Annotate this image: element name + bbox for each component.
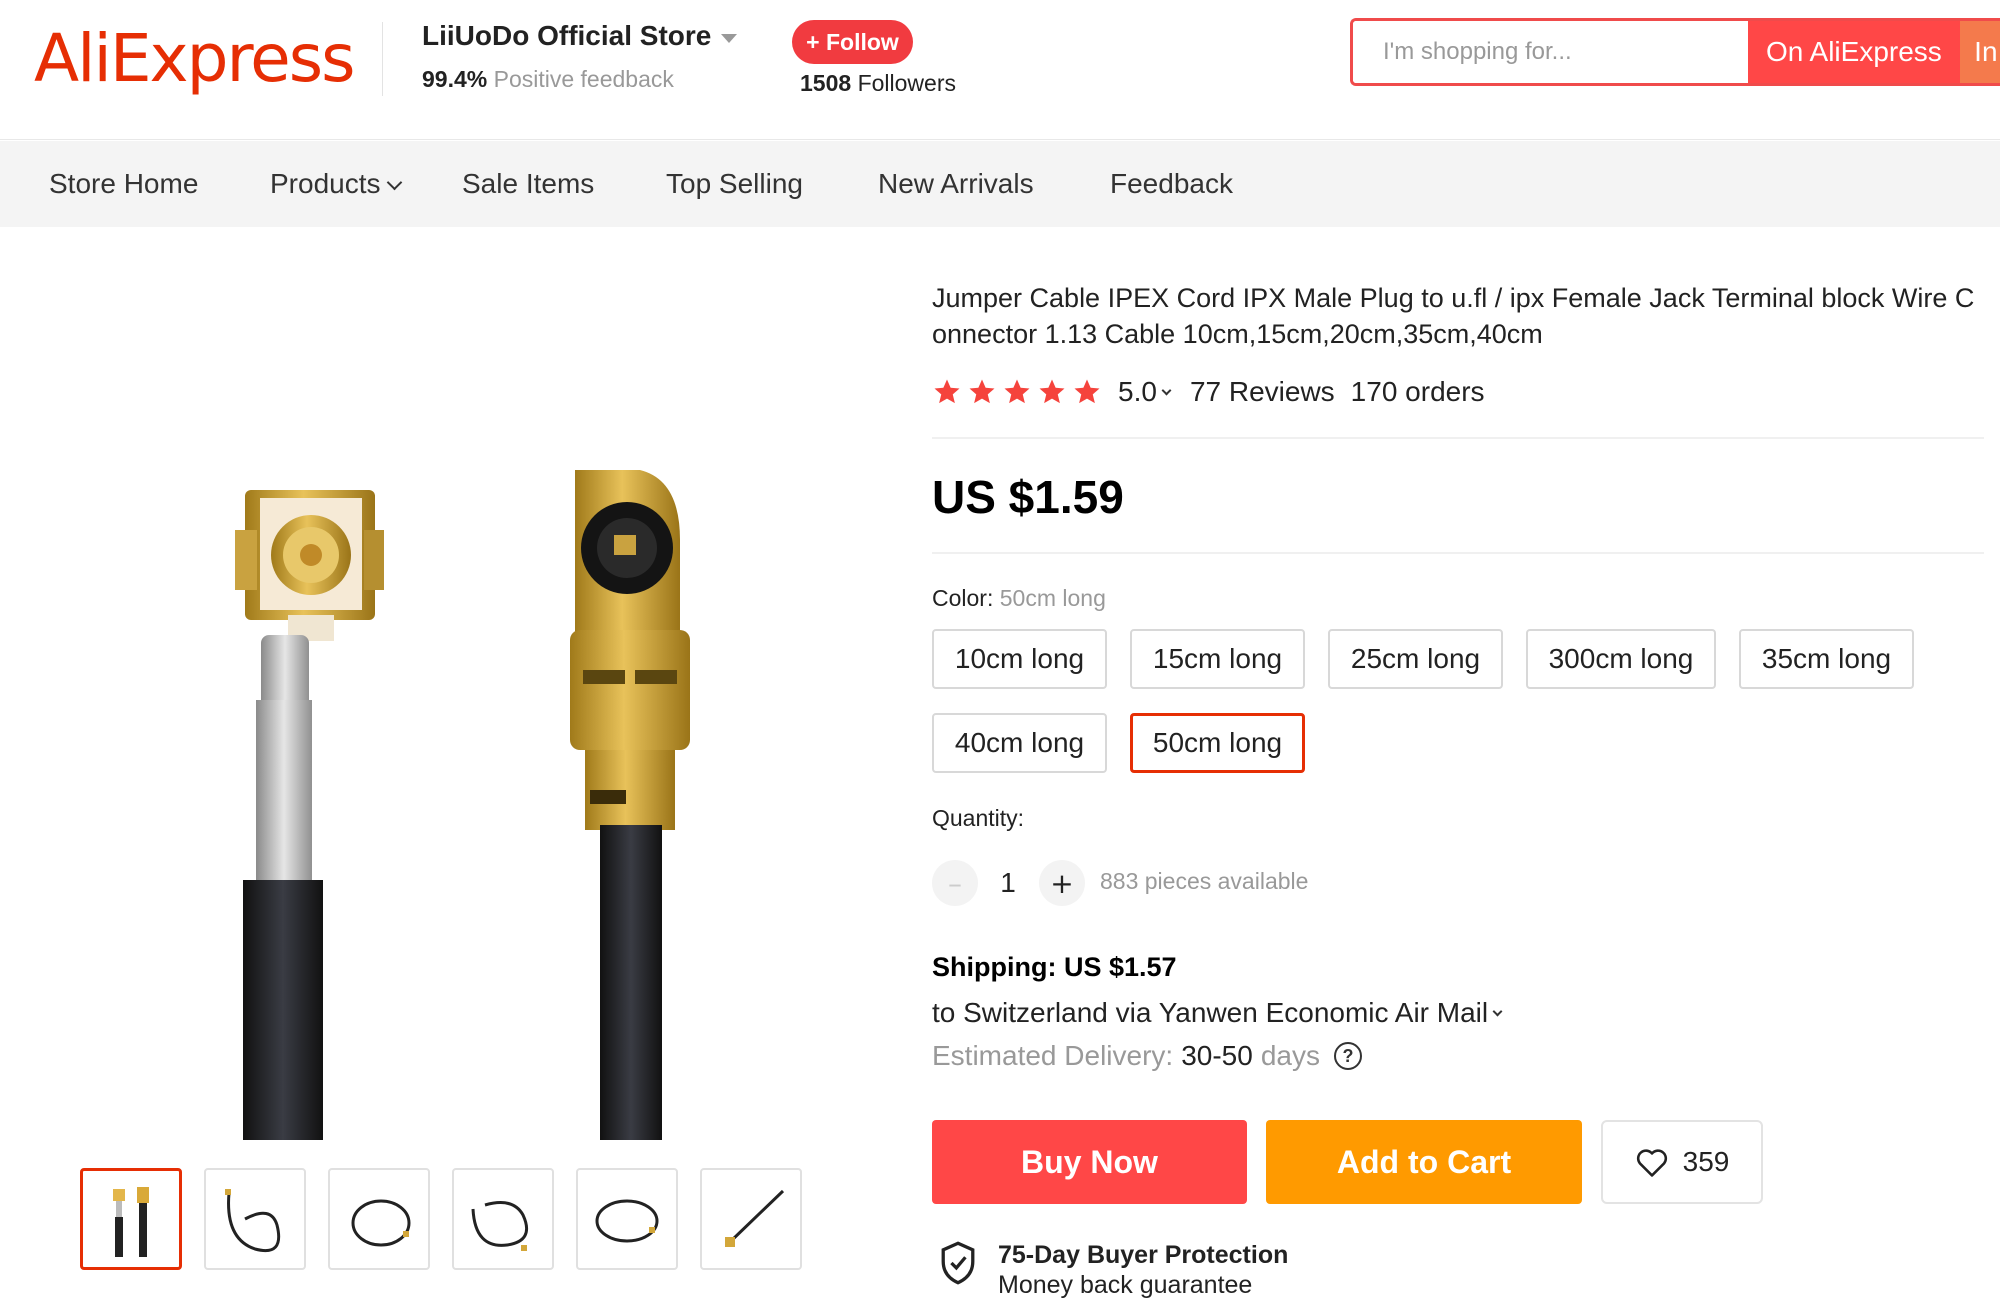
feedback-label: Positive feedback	[493, 66, 674, 92]
nav-feedback[interactable]: Feedback	[1110, 141, 1233, 227]
product-main-image[interactable]	[80, 230, 850, 1140]
quantity-increase-button[interactable]: +	[1039, 860, 1085, 906]
option-25cm[interactable]: 25cm long	[1328, 629, 1503, 689]
color-selected-value: 50cm long	[999, 585, 1106, 611]
nav-store-home[interactable]: Store Home	[49, 141, 198, 227]
estimated-delivery: Estimated Delivery: 30-50 days ?	[932, 1040, 1362, 1072]
followers-number: 1508	[800, 70, 852, 96]
buyer-protection: 75-Day Buyer Protection Money back guara…	[938, 1240, 1288, 1300]
color-label-text: Color:	[932, 585, 994, 611]
star-icon	[1004, 379, 1030, 404]
quantity-decrease-button[interactable]: –	[932, 860, 978, 906]
quantity-label: Quantity:	[932, 805, 1025, 831]
divider	[932, 552, 1984, 554]
option-10cm[interactable]: 10cm long	[932, 629, 1107, 689]
search-bar: On AliExpress In this store	[1350, 18, 2000, 86]
feedback-percent: 99.4%	[422, 66, 488, 92]
thumbnail-3[interactable]	[328, 1168, 430, 1270]
caret-down-icon[interactable]	[721, 33, 738, 43]
search-in-store-button[interactable]: In this store	[1960, 21, 2000, 83]
header-divider	[382, 22, 383, 96]
store-feedback: 99.4% Positive feedback	[422, 66, 674, 93]
rating-value[interactable]: 5.0	[1118, 376, 1157, 408]
nav-sale-items[interactable]: Sale Items	[462, 141, 594, 227]
delivery-value: 30-50	[1181, 1040, 1253, 1071]
thumbnail-image	[113, 1187, 149, 1257]
star-icon	[1074, 379, 1100, 404]
thumbnail-1[interactable]	[80, 1168, 182, 1270]
nav-new-arrivals[interactable]: New Arrivals	[878, 141, 1034, 227]
heart-icon[interactable]	[1635, 1146, 1669, 1178]
followers-label: Followers	[857, 70, 956, 96]
option-35cm[interactable]: 35cm long	[1739, 629, 1914, 689]
option-50cm[interactable]: 50cm long	[1130, 713, 1305, 773]
star-icon	[1039, 379, 1065, 404]
help-icon[interactable]: ?	[1333, 1042, 1362, 1070]
delivery-unit: days	[1260, 1040, 1320, 1071]
product-price: US $1.59	[932, 471, 1124, 523]
store-name-text[interactable]: LiiUoDo Official Store	[422, 20, 711, 52]
nav-products-label[interactable]: Products	[270, 141, 381, 227]
thumbnail-image	[225, 1189, 281, 1252]
option-40cm[interactable]: 40cm long	[932, 713, 1107, 773]
star-icon	[934, 379, 960, 404]
star-icon	[969, 379, 995, 404]
divider	[932, 437, 1984, 439]
store-header: AliExpress LiiUoDo Official Store 99.4% …	[0, 0, 2000, 140]
followers-count: 1508 Followers	[800, 70, 956, 97]
chevron-down-icon[interactable]	[386, 174, 402, 190]
aliexpress-logo[interactable]: AliExpress	[34, 14, 356, 104]
protection-title: 75-Day Buyer Protection	[998, 1241, 1289, 1269]
thumbnail-image	[725, 1189, 785, 1247]
store-name[interactable]: LiiUoDo Official Store	[422, 20, 738, 52]
color-label: Color: 50cm long	[932, 585, 1106, 612]
product-title: Jumper Cable IPEX Cord IPX Male Plug to …	[932, 283, 1975, 349]
follow-button[interactable]: + Follow	[792, 20, 913, 64]
shield-check-icon	[941, 1241, 975, 1285]
reviews-link[interactable]: 77 Reviews	[1190, 376, 1335, 408]
thumbnail-5[interactable]	[576, 1168, 678, 1270]
wishlist-count[interactable]: 359	[1683, 1146, 1730, 1178]
thumbnail-image	[471, 1201, 528, 1251]
buyer-protection-text: 75-Day Buyer Protection Money back guara…	[998, 1240, 1288, 1300]
option-15cm[interactable]: 15cm long	[1130, 629, 1305, 689]
thumbnail-4[interactable]	[452, 1168, 554, 1270]
rating-row: 5.0 77 Reviews 170 orders	[932, 372, 1485, 412]
thumbnail-strip	[80, 1168, 802, 1270]
delivery-label: Estimated Delivery:	[932, 1040, 1174, 1071]
chevron-down-icon[interactable]	[1492, 1006, 1503, 1016]
protection-subtitle: Money back guarantee	[998, 1271, 1253, 1299]
shipping-cost: Shipping: US $1.57	[932, 952, 1177, 982]
available-count: 883 pieces available	[1100, 868, 1309, 894]
nav-top-selling[interactable]: Top Selling	[666, 141, 803, 227]
thumbnail-6[interactable]	[700, 1168, 802, 1270]
search-input[interactable]	[1353, 21, 1748, 83]
thumbnail-image	[351, 1199, 411, 1247]
product-photo	[235, 470, 690, 1140]
option-300cm[interactable]: 300cm long	[1526, 629, 1716, 689]
nav-products[interactable]: Products	[270, 141, 402, 227]
add-to-cart-button[interactable]: Add to Cart	[1266, 1120, 1582, 1204]
thumbnail-2[interactable]	[204, 1168, 306, 1270]
shipping-destination[interactable]: to Switzerland via Yanwen Economic Air M…	[932, 997, 1503, 1029]
quantity-value[interactable]: 1	[990, 860, 1026, 906]
star-rating	[932, 377, 1102, 407]
buy-now-button[interactable]: Buy Now	[932, 1120, 1247, 1204]
rating-score[interactable]: 5.0	[1118, 376, 1172, 408]
wishlist-button[interactable]: 359	[1601, 1120, 1763, 1204]
shipping-destination-text[interactable]: to Switzerland via Yanwen Economic Air M…	[932, 997, 1488, 1029]
store-nav: Store Home Products Sale Items Top Selli…	[0, 141, 2000, 227]
thumbnail-image	[595, 1199, 659, 1243]
search-aliexpress-button[interactable]: On AliExpress	[1747, 21, 1961, 83]
orders-count: 170 orders	[1350, 376, 1485, 407]
chevron-down-icon[interactable]	[1161, 385, 1172, 395]
